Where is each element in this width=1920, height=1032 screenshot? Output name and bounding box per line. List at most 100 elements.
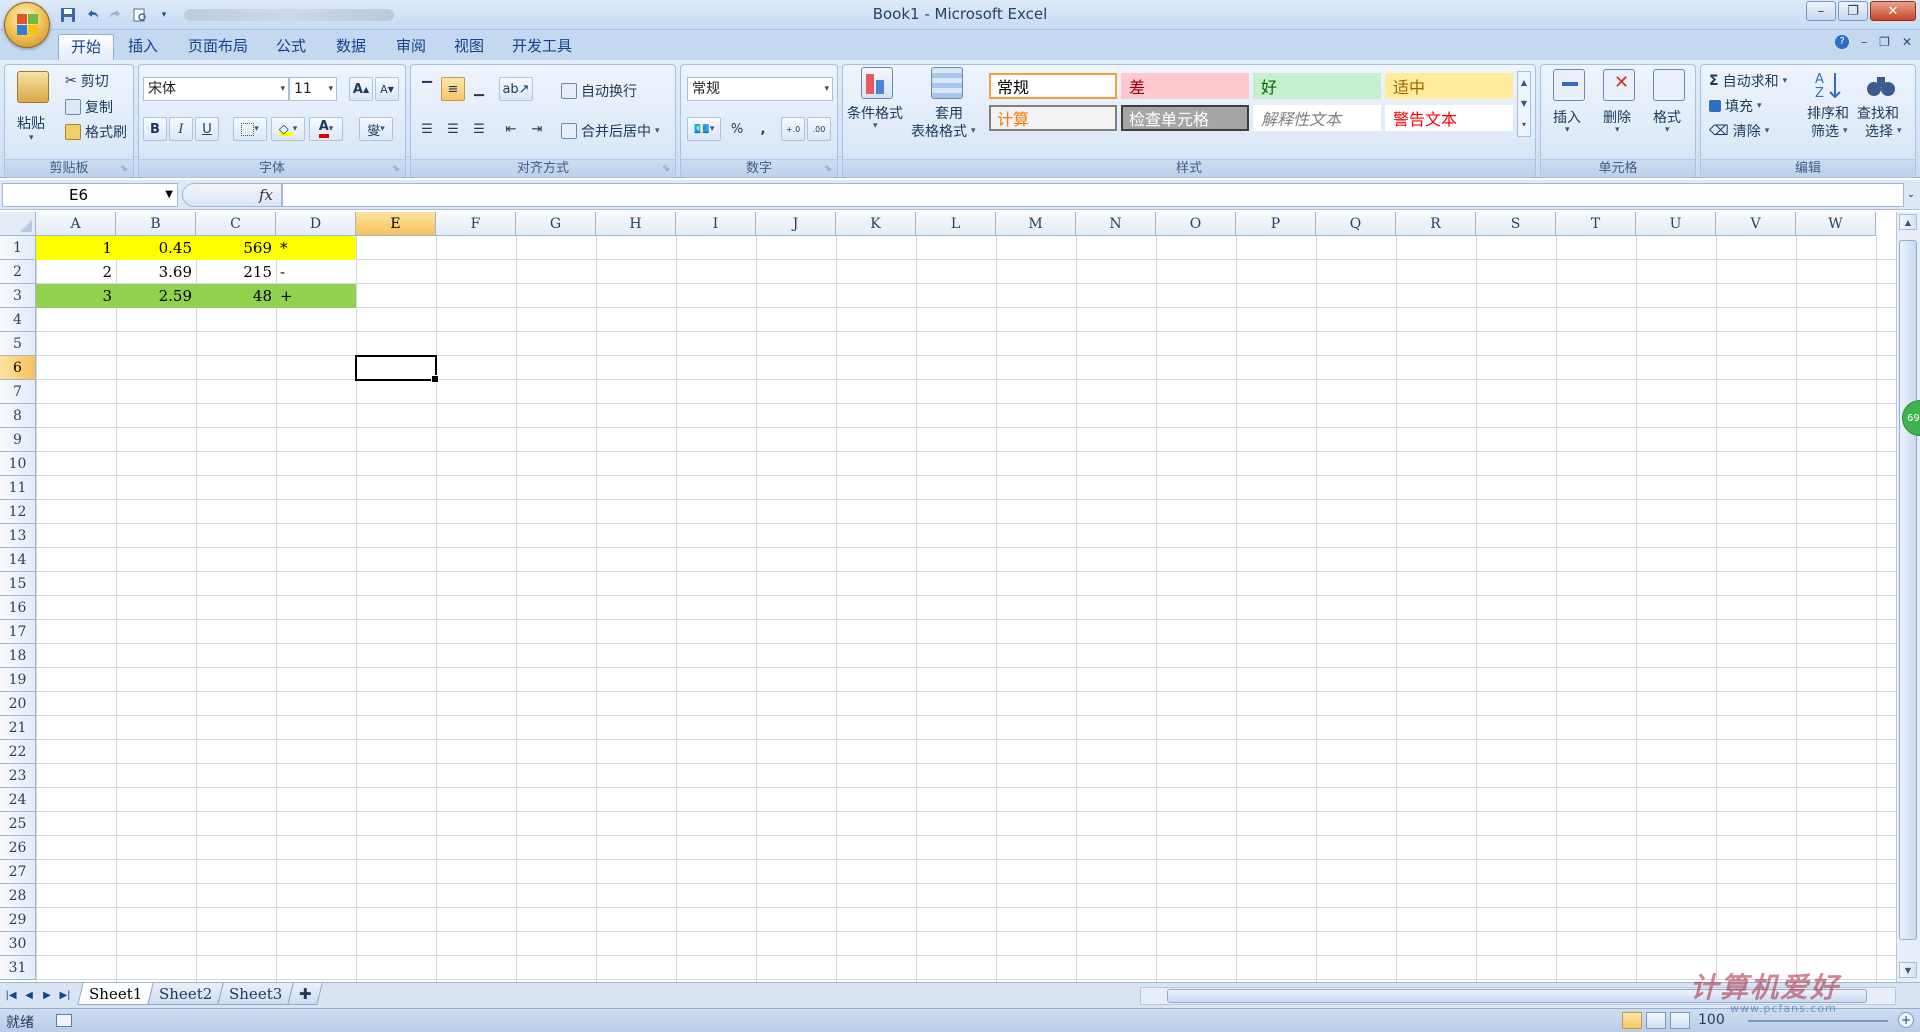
tab-data[interactable]: 数据 bbox=[324, 34, 378, 60]
cell-b1[interactable]: 0.45 bbox=[116, 236, 196, 260]
horizontal-scrollbar[interactable] bbox=[1140, 987, 1896, 1005]
insert-cells-button[interactable]: 插入 bbox=[1553, 107, 1581, 127]
doc-restore-icon[interactable]: ❐ bbox=[1879, 35, 1890, 49]
tab-formulas[interactable]: 公式 bbox=[264, 34, 318, 60]
expand-formula-bar-icon[interactable]: ⌄ bbox=[1904, 185, 1918, 205]
cell-b3[interactable]: 2.59 bbox=[116, 284, 196, 308]
help-icon[interactable]: ? bbox=[1835, 35, 1850, 49]
style-calculation[interactable]: 计算 bbox=[989, 105, 1117, 131]
orientation-button[interactable]: ab↗ bbox=[499, 77, 533, 101]
style-neutral[interactable]: 适中 bbox=[1385, 73, 1513, 99]
fill-button[interactable]: 填充 ▾ bbox=[1709, 96, 1762, 116]
number-launcher-icon[interactable]: ⬂ bbox=[822, 163, 834, 175]
scroll-up-icon[interactable]: ▲ bbox=[1899, 214, 1917, 230]
font-name-combo[interactable]: 宋体 ▾ bbox=[143, 77, 289, 101]
tab-page-layout[interactable]: 页面布局 bbox=[176, 34, 260, 60]
find-select-button[interactable]: 选择 ▾ bbox=[1865, 121, 1902, 141]
first-sheet-icon[interactable]: |◀ bbox=[4, 987, 18, 1005]
next-sheet-icon[interactable]: ▶ bbox=[40, 987, 54, 1005]
font-size-combo[interactable]: 11 ▾ bbox=[289, 77, 337, 101]
align-center-button[interactable]: ☰ bbox=[441, 117, 465, 141]
decrease-indent-button[interactable]: ⇤ bbox=[499, 117, 523, 141]
delete-cells-icon[interactable]: ✕ bbox=[1603, 69, 1635, 101]
formula-input[interactable] bbox=[282, 183, 1904, 207]
zoom-level[interactable]: 100 bbox=[1698, 1012, 1725, 1028]
currency-button[interactable]: 💶 ▾ bbox=[687, 117, 721, 141]
scroll-down-icon[interactable]: ▼ bbox=[1899, 962, 1917, 978]
cell-a2[interactable]: 2 bbox=[36, 260, 116, 284]
vertical-scroll-thumb[interactable] bbox=[1899, 240, 1917, 940]
percent-button[interactable]: % bbox=[725, 117, 749, 141]
bold-button[interactable]: B bbox=[143, 117, 167, 141]
style-warning[interactable]: 警告文本 bbox=[1385, 105, 1513, 131]
italic-button[interactable]: I bbox=[169, 117, 193, 141]
style-check-cell[interactable]: 检查单元格 bbox=[1121, 105, 1249, 131]
align-bottom-button[interactable]: ▁ bbox=[467, 77, 491, 101]
tab-developer[interactable]: 开发工具 bbox=[500, 34, 584, 60]
conditional-format-button[interactable]: 条件格式 bbox=[847, 103, 903, 123]
cell-b2[interactable]: 3.69 bbox=[116, 260, 196, 284]
find-select-line1[interactable]: 查找和 bbox=[1857, 103, 1899, 123]
font-launcher-icon[interactable]: ⬂ bbox=[390, 163, 402, 175]
sheet-tab-1[interactable]: Sheet1 bbox=[77, 983, 155, 1005]
copy-button[interactable]: 复制 bbox=[65, 97, 113, 117]
delete-cells-button[interactable]: 删除 bbox=[1603, 107, 1631, 127]
macro-record-icon[interactable] bbox=[56, 1014, 72, 1027]
align-right-button[interactable]: ☰ bbox=[467, 117, 491, 141]
format-cells-icon[interactable] bbox=[1653, 69, 1685, 101]
prev-sheet-icon[interactable]: ◀ bbox=[22, 987, 36, 1005]
format-cells-button[interactable]: 格式 bbox=[1653, 107, 1681, 127]
comma-button[interactable]: , bbox=[751, 117, 775, 141]
cell-d1[interactable]: * bbox=[276, 236, 356, 260]
merge-center-button[interactable]: 合并后居中 ▾ bbox=[561, 121, 660, 141]
tab-review[interactable]: 审阅 bbox=[384, 34, 438, 60]
format-painter-button[interactable]: 格式刷 bbox=[65, 122, 127, 142]
autosum-button[interactable]: Σ 自动求和 ▾ bbox=[1709, 71, 1787, 91]
underline-button[interactable]: U bbox=[195, 117, 219, 141]
active-cell-cursor[interactable] bbox=[355, 355, 439, 383]
conditional-format-icon[interactable] bbox=[861, 67, 893, 99]
format-as-table-line1[interactable]: 套用 bbox=[935, 103, 963, 123]
name-box[interactable]: E6 ▼ bbox=[2, 183, 178, 207]
fill-color-button[interactable]: ◇ ▾ bbox=[271, 117, 305, 141]
minimize-icon[interactable]: – bbox=[1806, 1, 1836, 21]
office-button[interactable] bbox=[4, 2, 50, 48]
wrap-text-button[interactable]: 自动换行 bbox=[561, 81, 637, 101]
cell-d3[interactable]: + bbox=[276, 284, 356, 308]
format-as-table-icon[interactable] bbox=[931, 67, 963, 99]
grow-font-button[interactable]: A ▲ bbox=[349, 77, 373, 101]
alignment-launcher-icon[interactable]: ⬂ bbox=[660, 163, 672, 175]
paste-icon[interactable] bbox=[17, 71, 49, 103]
worksheet-grid[interactable]: ABCDEFGHIJKLMNOPQRSTUVW 1 2 3 4 5 6 7 8 9 10 11 12 1… bbox=[0, 212, 1896, 982]
increase-decimal-button[interactable]: +.0 bbox=[781, 117, 805, 141]
style-gallery-scroll[interactable]: ▲ ▼ ▾ bbox=[1517, 71, 1531, 137]
sheet-tab-3[interactable]: Sheet3 bbox=[217, 983, 295, 1005]
page-layout-view-icon[interactable] bbox=[1646, 1012, 1666, 1029]
zoom-in-icon[interactable]: + bbox=[1898, 1012, 1914, 1028]
cut-button[interactable]: ✂ 剪切 bbox=[65, 71, 109, 91]
zoom-slider[interactable] bbox=[1748, 1020, 1888, 1022]
shrink-font-button[interactable]: A ▼ bbox=[375, 77, 399, 101]
paste-button[interactable]: 粘贴 bbox=[17, 113, 45, 133]
align-middle-button[interactable]: ≡ bbox=[441, 77, 465, 101]
align-left-button[interactable]: ☰ bbox=[415, 117, 439, 141]
format-as-table-button[interactable]: 表格格式 ▾ bbox=[911, 121, 976, 141]
style-bad[interactable]: 差 bbox=[1121, 73, 1249, 99]
insert-function-icon[interactable]: fx bbox=[259, 186, 273, 204]
font-color-button[interactable]: A ▾ bbox=[309, 117, 343, 141]
doc-close-icon[interactable]: ✕ bbox=[1902, 35, 1912, 49]
insert-cells-icon[interactable] bbox=[1553, 69, 1585, 101]
clear-button[interactable]: ⌫ 清除 ▾ bbox=[1709, 121, 1769, 141]
phonetic-button[interactable]: 燮 ▾ bbox=[359, 117, 393, 141]
cell-c2[interactable]: 215 bbox=[196, 260, 276, 284]
decrease-decimal-button[interactable]: .00 bbox=[807, 117, 831, 141]
clipboard-launcher-icon[interactable]: ⬂ bbox=[118, 163, 130, 175]
last-sheet-icon[interactable]: ▶| bbox=[58, 987, 72, 1005]
maximize-icon[interactable]: ❐ bbox=[1838, 1, 1868, 21]
number-format-combo[interactable]: 常规 ▾ bbox=[687, 77, 833, 101]
borders-button[interactable]: ▾ bbox=[233, 117, 267, 141]
cell-c1[interactable]: 569 bbox=[196, 236, 276, 260]
sort-filter-icon[interactable]: AZ bbox=[1813, 69, 1845, 101]
align-top-button[interactable]: ▔ bbox=[415, 77, 439, 101]
cell-d2[interactable]: - bbox=[276, 260, 356, 284]
